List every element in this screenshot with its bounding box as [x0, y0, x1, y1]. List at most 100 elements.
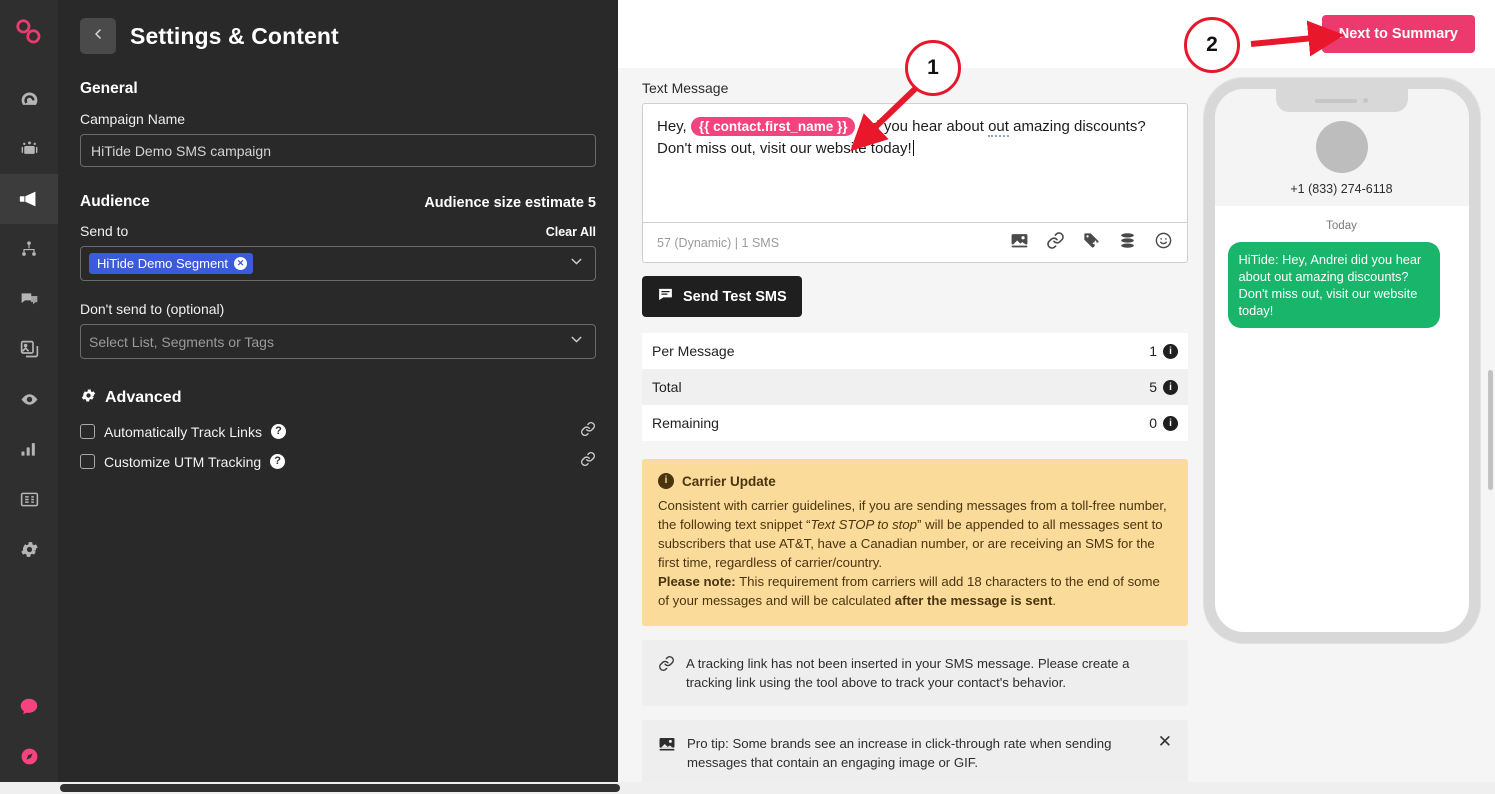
table-row: Remaining 0 i — [642, 405, 1188, 441]
rail-item-conversations[interactable] — [0, 274, 58, 324]
stat-label: Total — [652, 379, 682, 395]
horizontal-scrollbar-track[interactable] — [0, 782, 1495, 794]
utm-tracking-label: Customize UTM Tracking — [104, 454, 261, 470]
question-mark-icon[interactable]: ? — [271, 424, 286, 439]
audience-header: Audience Audience size estimate 5 — [80, 193, 596, 211]
send-to-select[interactable]: HiTide Demo Segment ✕ — [80, 246, 596, 281]
carrier-update-notice: i Carrier Update Consistent with carrier… — [642, 459, 1188, 626]
utm-tracking-left: Customize UTM Tracking ? — [80, 454, 285, 470]
carrier-p1-emphasis: Text STOP to stop — [810, 517, 917, 532]
info-icon[interactable]: i — [1163, 416, 1178, 431]
link-icon[interactable] — [580, 421, 596, 442]
composer-footer: 57 (Dynamic) | 1 SMS — [643, 222, 1187, 262]
general-heading: General — [80, 80, 596, 98]
brand-logo-icon[interactable] — [9, 12, 49, 52]
track-links-left: Automatically Track Links ? — [80, 424, 286, 440]
dashboard-gauge-icon — [19, 89, 40, 110]
rail-item-contacts[interactable] — [0, 124, 58, 174]
rail-item-guide[interactable] — [0, 734, 58, 784]
conversations-chat-icon — [19, 289, 40, 310]
rail-item-support[interactable] — [0, 684, 58, 734]
vertical-scrollbar[interactable] — [1488, 370, 1493, 490]
composer-toolbar — [1010, 231, 1173, 255]
utm-tracking-checkbox[interactable] — [80, 454, 95, 469]
chevron-left-icon — [90, 26, 106, 47]
send-test-sms-button[interactable]: Send Test SMS — [642, 276, 802, 317]
phone-number: +1 (833) 274-6118 — [1290, 182, 1392, 196]
main-content: Next to Summary Text Message Hey, {{ con… — [618, 0, 1495, 794]
send-to-label: Send to — [80, 223, 128, 239]
info-icon: i — [658, 473, 674, 489]
message-text-misspelled: out — [988, 118, 1009, 137]
carrier-p2-strong-a: Please note: — [658, 574, 736, 589]
text-message-input[interactable]: Hey, {{ contact.first_name }} did you he… — [643, 104, 1187, 222]
campaign-name-input[interactable] — [80, 134, 596, 167]
track-links-row: Automatically Track Links ? — [80, 421, 596, 442]
link-icon[interactable] — [580, 451, 596, 472]
support-chat-bubble-icon — [18, 696, 40, 723]
back-button[interactable] — [80, 18, 116, 54]
rail-item-analytics[interactable] — [0, 424, 58, 474]
chip-close-icon[interactable]: ✕ — [234, 257, 247, 270]
info-icon[interactable]: i — [1163, 380, 1178, 395]
image-icon — [658, 735, 676, 758]
text-message-composer: Hey, {{ contact.first_name }} did you he… — [642, 103, 1188, 263]
eye-star-icon — [19, 389, 40, 410]
audience-size-estimate: Audience size estimate 5 — [424, 195, 596, 211]
content-area: Text Message Hey, {{ contact.first_name … — [618, 68, 1495, 794]
insert-image-icon[interactable] — [1010, 231, 1029, 255]
send-test-sms-label: Send Test SMS — [683, 289, 787, 305]
dont-send-select[interactable]: Select List, Segments or Tags — [80, 324, 596, 359]
message-text-mid-b: amazing discounts? — [1013, 118, 1146, 135]
insert-data-field-icon[interactable] — [1118, 231, 1137, 255]
composer-column: Text Message Hey, {{ contact.first_name … — [642, 68, 1188, 794]
next-to-summary-button[interactable]: Next to Summary — [1322, 15, 1475, 53]
rail-item-insights[interactable] — [0, 374, 58, 424]
contacts-people-icon — [19, 139, 40, 160]
page-title: Settings & Content — [130, 23, 339, 50]
horizontal-scrollbar-thumb[interactable] — [60, 784, 620, 792]
clear-all-button[interactable]: Clear All — [546, 225, 596, 239]
send-to-header: Send to Clear All — [80, 223, 596, 239]
rail-item-forms[interactable] — [0, 474, 58, 524]
link-icon — [658, 655, 675, 677]
rail-item-media[interactable] — [0, 324, 58, 374]
stat-value: 5 — [1149, 379, 1157, 395]
stat-value-wrap: 1 i — [1149, 343, 1178, 359]
carrier-p2-b: . — [1052, 593, 1056, 608]
segment-chip[interactable]: HiTide Demo Segment ✕ — [89, 253, 253, 274]
advanced-heading: Advanced — [105, 389, 181, 407]
stat-value-wrap: 0 i — [1149, 415, 1178, 431]
compass-guide-icon — [19, 746, 40, 772]
info-icon[interactable]: i — [1163, 344, 1178, 359]
close-icon[interactable]: ✕ — [1158, 734, 1172, 750]
rail-item-settings[interactable] — [0, 524, 58, 574]
stat-label: Remaining — [652, 415, 719, 431]
segment-chip-label: HiTide Demo Segment — [97, 256, 228, 271]
pro-tip-notice: Pro tip: Some brands see an increase in … — [642, 720, 1188, 786]
automation-flow-icon — [19, 239, 39, 259]
insert-link-icon[interactable] — [1046, 231, 1065, 255]
stat-value-wrap: 5 i — [1149, 379, 1178, 395]
merge-tag-first-name[interactable]: {{ contact.first_name }} — [691, 117, 856, 136]
megaphone-campaigns-icon — [18, 188, 40, 210]
top-bar: Next to Summary — [618, 0, 1495, 68]
insert-coupon-tag-icon[interactable] — [1082, 231, 1101, 255]
message-stats-table: Per Message 1 i Total 5 i — [642, 333, 1188, 441]
gear-icon — [80, 387, 97, 409]
rail-item-dashboard[interactable] — [0, 74, 58, 124]
rail-item-campaigns[interactable] — [0, 174, 58, 224]
phone-conversation: Today HiTide: Hey, Andrei did you hear a… — [1215, 206, 1469, 342]
chat-message-icon — [657, 286, 674, 307]
campaign-name-label: Campaign Name — [80, 111, 596, 127]
track-links-checkbox[interactable] — [80, 424, 95, 439]
day-divider: Today — [1228, 220, 1456, 232]
carrier-notice-title: Carrier Update — [682, 474, 776, 489]
app-root: Settings & Content General Campaign Name… — [0, 0, 1495, 794]
question-mark-icon[interactable]: ? — [270, 454, 285, 469]
insert-emoji-icon[interactable] — [1154, 231, 1173, 255]
rail-item-automations[interactable] — [0, 224, 58, 274]
message-text-before: Hey, — [657, 118, 687, 135]
phone-preview: +1 (833) 274-6118 Today HiTide: Hey, And… — [1204, 78, 1480, 643]
carrier-notice-header: i Carrier Update — [658, 473, 1172, 489]
